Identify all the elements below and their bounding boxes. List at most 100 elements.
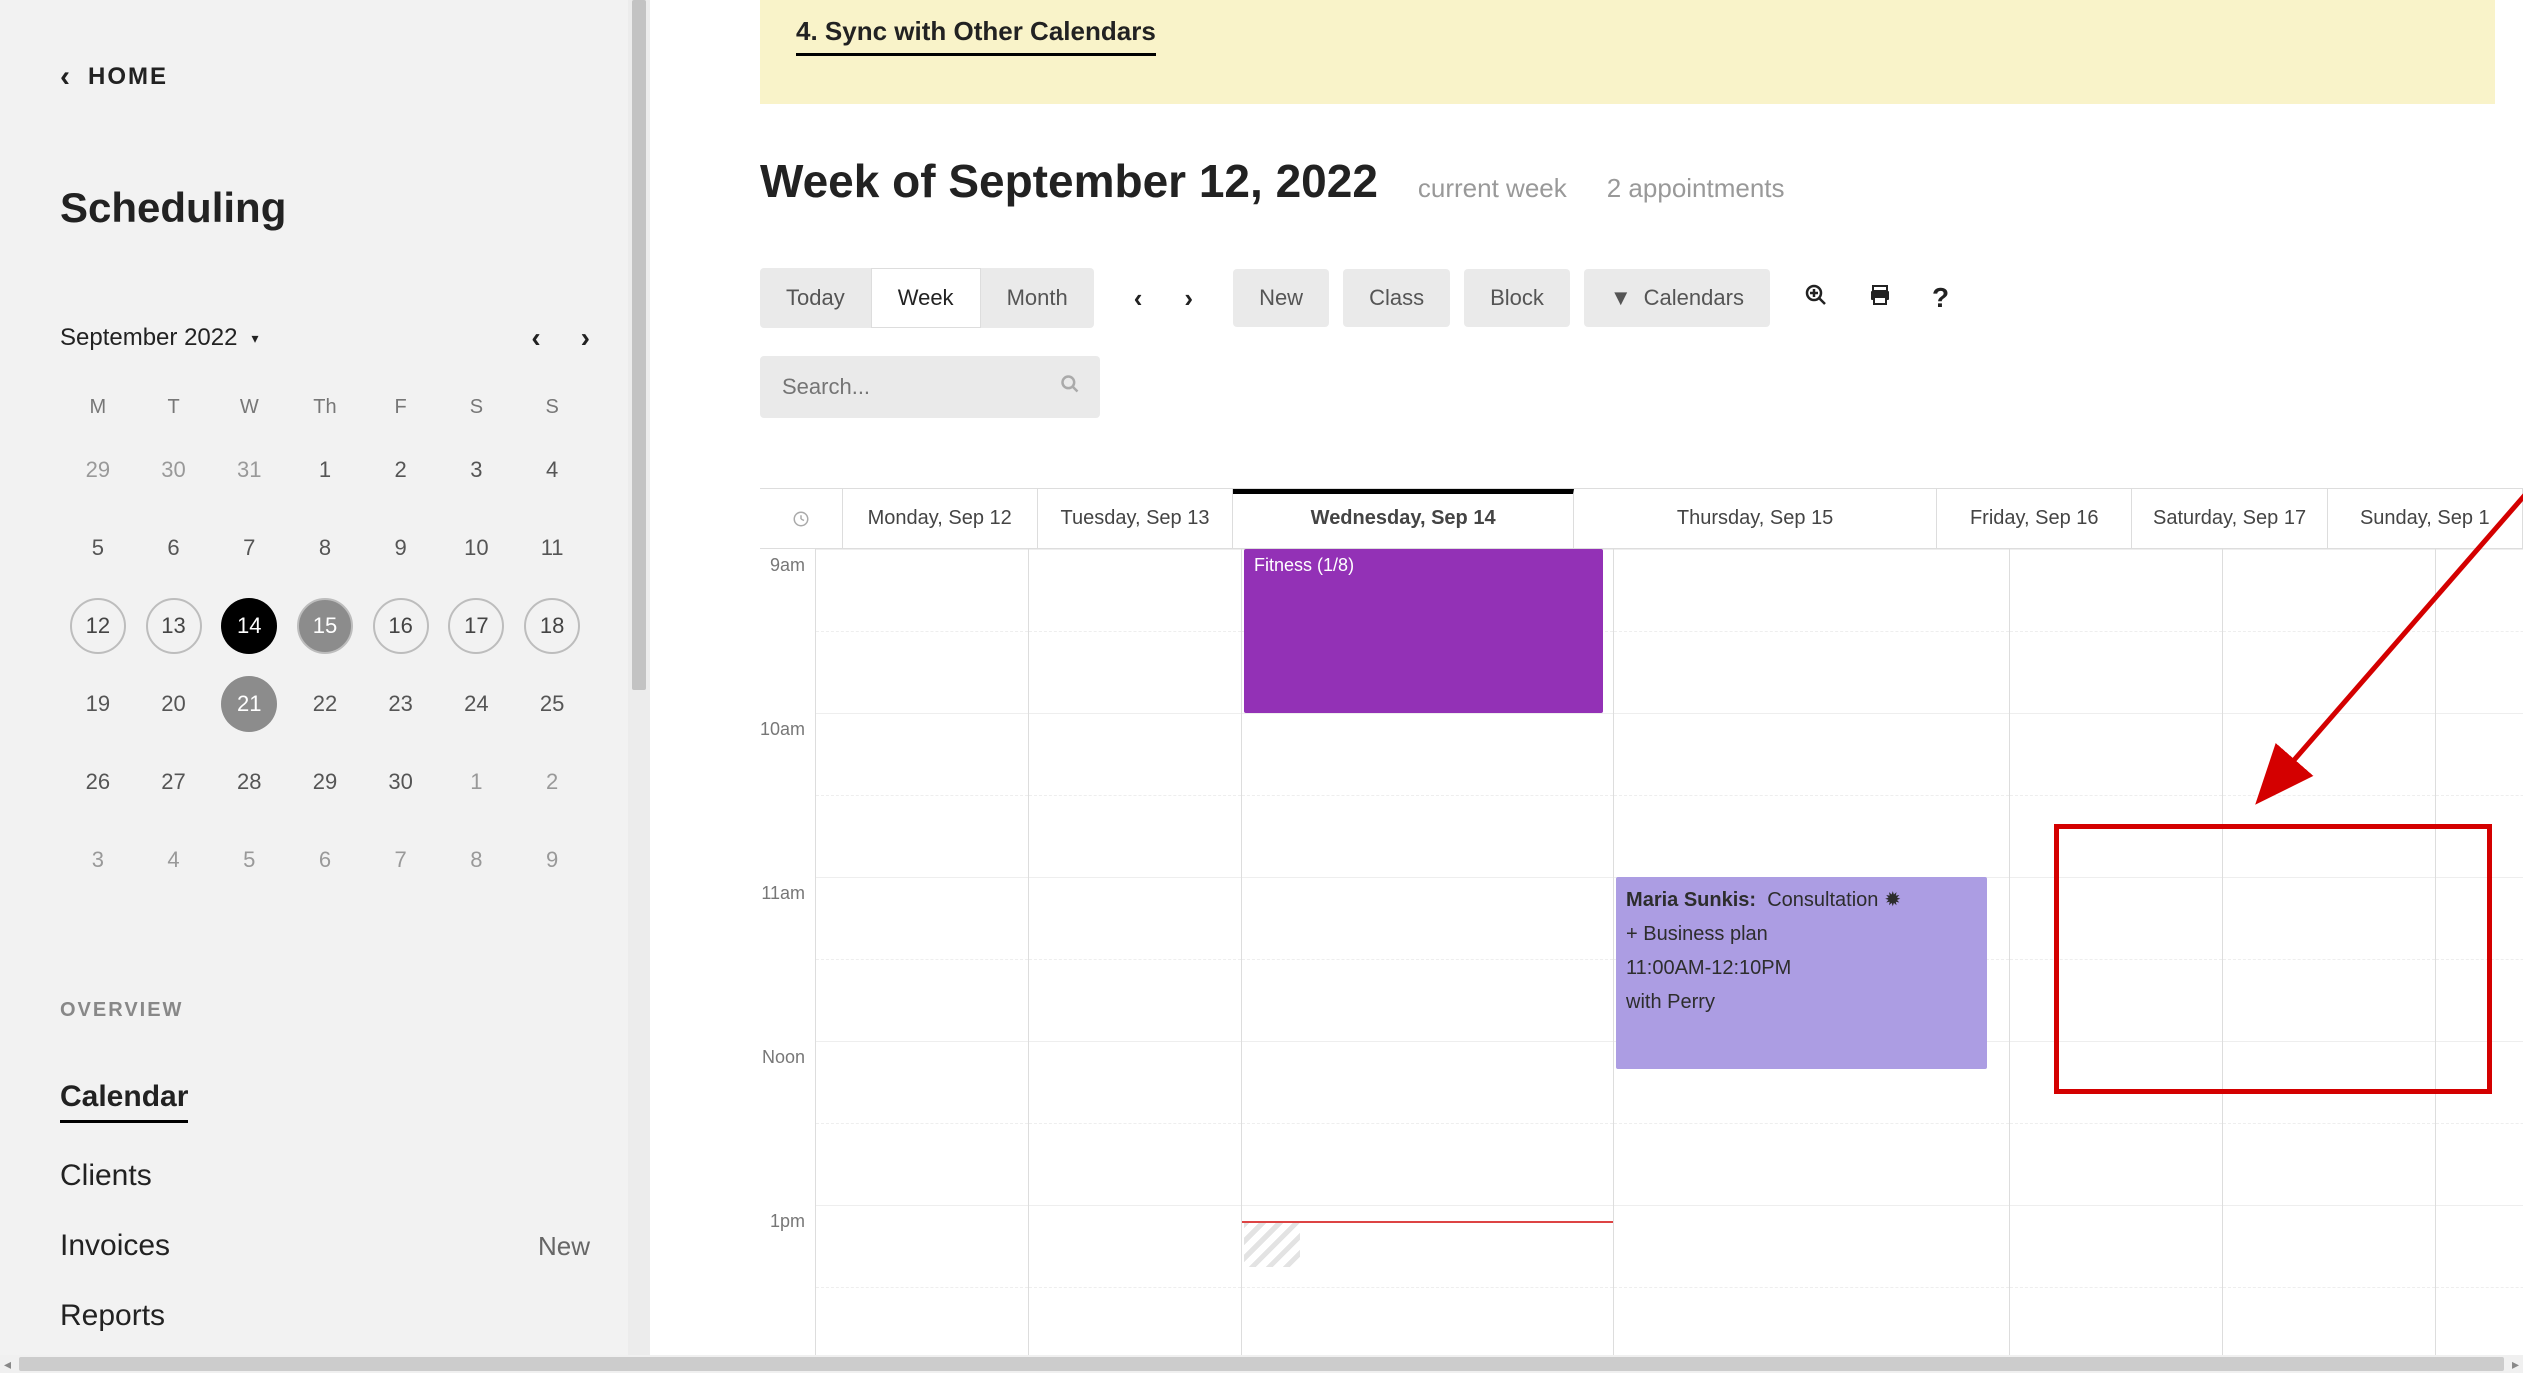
day-column[interactable] xyxy=(816,549,1029,1369)
mini-cal-day[interactable]: 30 xyxy=(136,431,212,509)
mini-cal-day[interactable]: 1 xyxy=(287,431,363,509)
mini-cal-day[interactable]: 9 xyxy=(363,509,439,587)
day-header[interactable]: Wednesday, Sep 14 xyxy=(1233,489,1574,548)
mini-cal-day[interactable]: 2 xyxy=(514,743,590,821)
search-wrap xyxy=(760,356,1100,418)
appt-time: 11:00AM-12:10PM xyxy=(1626,957,1791,979)
section-title: Scheduling xyxy=(60,184,590,232)
mini-cal-day[interactable]: 3 xyxy=(439,431,515,509)
mini-cal-day[interactable]: 20 xyxy=(136,665,212,743)
day-header[interactable]: Sunday, Sep 1 xyxy=(2328,489,2523,548)
mini-cal-day[interactable]: 12 xyxy=(60,587,136,665)
home-link[interactable]: ‹ HOME xyxy=(60,60,590,94)
sidebar-nav-item[interactable]: Reports xyxy=(60,1281,590,1351)
mini-cal-day[interactable]: 5 xyxy=(60,509,136,587)
event-fitness[interactable]: Fitness (1/8) xyxy=(1244,549,1603,713)
mini-cal-day[interactable]: 28 xyxy=(211,743,287,821)
mini-cal-day[interactable]: 15 xyxy=(287,587,363,665)
block-button[interactable]: Block xyxy=(1464,269,1570,327)
mini-cal-day[interactable]: 3 xyxy=(60,821,136,899)
mini-cal-day[interactable]: 7 xyxy=(211,509,287,587)
day-column[interactable] xyxy=(2436,549,2523,1369)
day-column[interactable] xyxy=(2223,549,2436,1369)
week-view-button[interactable]: Week xyxy=(871,268,981,328)
mini-cal-day[interactable]: 19 xyxy=(60,665,136,743)
today-button[interactable]: Today xyxy=(760,268,871,328)
mini-cal-day[interactable]: 11 xyxy=(514,509,590,587)
day-header[interactable]: Saturday, Sep 17 xyxy=(2132,489,2327,548)
home-label: HOME xyxy=(88,63,168,91)
mini-cal-day[interactable]: 6 xyxy=(287,821,363,899)
mini-cal-day[interactable]: 17 xyxy=(439,587,515,665)
mini-cal-day[interactable]: 31 xyxy=(211,431,287,509)
mini-cal-dow: T xyxy=(136,384,212,431)
scroll-right-icon[interactable]: ▸ xyxy=(2508,1356,2523,1373)
mini-cal-day[interactable]: 6 xyxy=(136,509,212,587)
search-input[interactable] xyxy=(760,356,1100,418)
mini-cal-day[interactable]: 26 xyxy=(60,743,136,821)
scrollbar-track[interactable] xyxy=(19,1357,2504,1371)
day-column[interactable] xyxy=(2010,549,2223,1369)
prev-week-button[interactable]: ‹ xyxy=(1118,273,1159,324)
mini-cal-day[interactable]: 25 xyxy=(514,665,590,743)
overview-heading: OVERVIEW xyxy=(60,999,590,1022)
mini-cal-day[interactable]: 27 xyxy=(136,743,212,821)
scroll-left-icon[interactable]: ◂ xyxy=(0,1356,15,1373)
calendar-grid: Monday, Sep 12Tuesday, Sep 13Wednesday, … xyxy=(760,488,2523,1369)
mini-cal-dow: S xyxy=(439,384,515,431)
new-button[interactable]: New xyxy=(1233,269,1329,327)
day-header[interactable]: Tuesday, Sep 13 xyxy=(1038,489,1233,548)
calendars-filter-button[interactable]: ▼ Calendars xyxy=(1584,269,1770,327)
help-icon[interactable]: ? xyxy=(1932,282,1949,314)
horizontal-scrollbar[interactable]: ◂ ▸ xyxy=(0,1355,2523,1373)
banner-step-link[interactable]: 4. Sync with Other Calendars xyxy=(796,16,1156,56)
next-month-button[interactable]: › xyxy=(581,322,590,354)
day-column[interactable]: Maria Sunkis: Consultation✹+ Business pl… xyxy=(1614,549,2010,1369)
mini-cal-day[interactable]: 14 xyxy=(211,587,287,665)
sidebar-nav-item[interactable]: Clients xyxy=(60,1141,590,1211)
day-column[interactable]: Fitness (1/8) xyxy=(1242,549,1614,1369)
mini-cal-day[interactable]: 4 xyxy=(136,821,212,899)
mini-cal-day[interactable]: 23 xyxy=(363,665,439,743)
mini-cal-day[interactable]: 5 xyxy=(211,821,287,899)
day-header[interactable]: Friday, Sep 16 xyxy=(1937,489,2132,548)
month-selector[interactable]: September 2022 ▾ xyxy=(60,324,259,352)
sidebar-nav-item[interactable]: Calendar xyxy=(60,1062,590,1141)
print-icon[interactable] xyxy=(1868,283,1892,314)
mini-cal-day[interactable]: 21 xyxy=(211,665,287,743)
prev-month-button[interactable]: ‹ xyxy=(531,322,540,354)
mini-cal-day[interactable]: 13 xyxy=(136,587,212,665)
mini-cal-day[interactable]: 18 xyxy=(514,587,590,665)
mini-cal-dow: M xyxy=(60,384,136,431)
appointment-count: 2 appointments xyxy=(1607,173,1785,204)
month-view-button[interactable]: Month xyxy=(981,268,1094,328)
class-button[interactable]: Class xyxy=(1343,269,1450,327)
nav-item-label: Calendar xyxy=(60,1080,188,1123)
mini-cal-day[interactable]: 22 xyxy=(287,665,363,743)
mini-cal-day[interactable]: 4 xyxy=(514,431,590,509)
mini-cal-day[interactable]: 1 xyxy=(439,743,515,821)
mini-cal-day[interactable]: 10 xyxy=(439,509,515,587)
day-header[interactable]: Monday, Sep 12 xyxy=(843,489,1038,548)
sidebar-nav-item[interactable]: InvoicesNew xyxy=(60,1211,590,1281)
mini-cal-day[interactable]: 8 xyxy=(439,821,515,899)
blocked-time[interactable] xyxy=(1244,1221,1300,1267)
event-appointment[interactable]: Maria Sunkis: Consultation✹+ Business pl… xyxy=(1616,877,1987,1069)
mini-cal-day[interactable]: 8 xyxy=(287,509,363,587)
scrollbar-thumb[interactable] xyxy=(632,0,646,690)
mini-cal-day[interactable]: 16 xyxy=(363,587,439,665)
day-column[interactable] xyxy=(1029,549,1242,1369)
day-header[interactable]: Thursday, Sep 15 xyxy=(1574,489,1937,548)
mini-cal-day[interactable]: 29 xyxy=(60,431,136,509)
sidebar-scrollbar[interactable]: ▴ xyxy=(628,0,650,1373)
main-content: 4. Sync with Other Calendars Week of Sep… xyxy=(650,0,2523,1373)
next-week-button[interactable]: › xyxy=(1168,273,1209,324)
mini-cal-day[interactable]: 9 xyxy=(514,821,590,899)
mini-cal-day[interactable]: 24 xyxy=(439,665,515,743)
mini-cal-day[interactable]: 2 xyxy=(363,431,439,509)
time-column-header xyxy=(760,489,843,548)
zoom-icon[interactable] xyxy=(1804,283,1828,314)
mini-cal-day[interactable]: 7 xyxy=(363,821,439,899)
mini-cal-day[interactable]: 29 xyxy=(287,743,363,821)
mini-cal-day[interactable]: 30 xyxy=(363,743,439,821)
